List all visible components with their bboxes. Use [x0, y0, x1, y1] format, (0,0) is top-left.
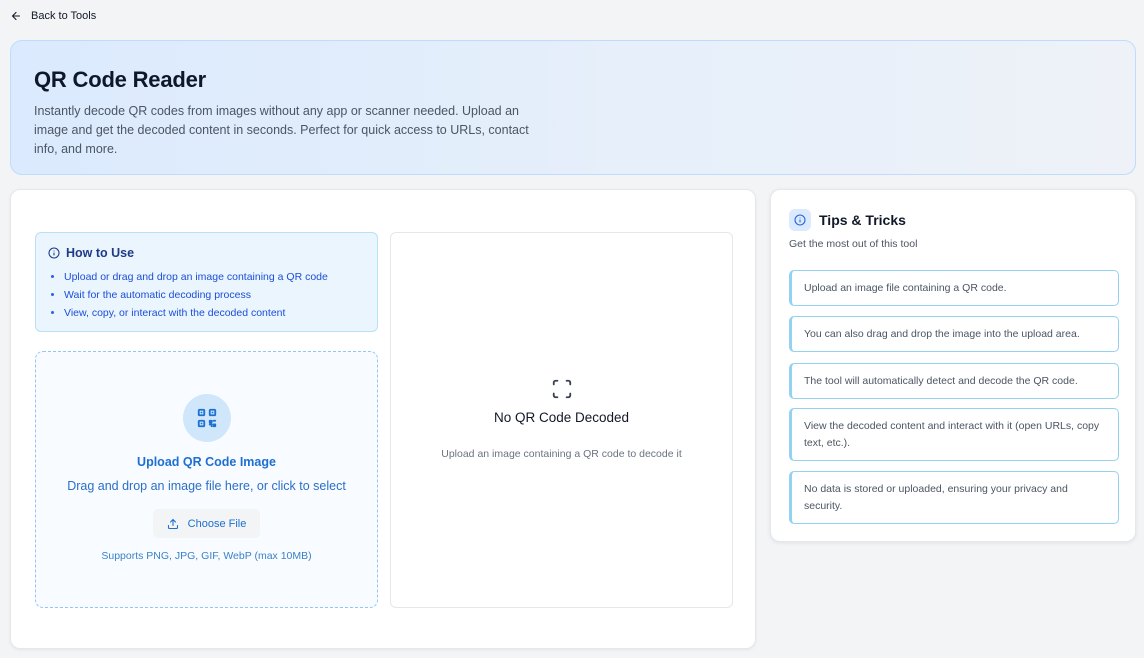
decode-result-panel: No QR Code Decoded Upload an image conta… [390, 232, 733, 608]
upload-title: Upload QR Code Image [137, 455, 276, 469]
choose-file-label: Choose File [187, 517, 247, 530]
reader-panel: How to Use Upload or drag and drop an im… [10, 189, 756, 649]
upload-icon [167, 518, 178, 529]
upload-instructions: Drag and drop an image file here, or cli… [67, 479, 346, 493]
tips-subtitle: Get the most out of this tool [789, 238, 918, 250]
result-empty-subtitle: Upload an image containing a QR code to … [441, 448, 682, 460]
how-to-use-heading: How to Use [48, 246, 365, 260]
tips-header: Tips & Tricks [789, 209, 906, 231]
tip-item: No data is stored or uploaded, ensuring … [789, 471, 1119, 524]
page-title: QR Code Reader [34, 67, 207, 92]
result-empty-title: No QR Code Decoded [493, 410, 630, 425]
list-item: Upload or drag and drop an image contain… [64, 268, 365, 286]
hero-banner: QR Code Reader Instantly decode QR codes… [10, 40, 1136, 175]
how-to-use-box: How to Use Upload or drag and drop an im… [35, 232, 378, 332]
scan-frame-icon [552, 379, 572, 399]
list-item: Wait for the automatic decoding process [64, 286, 365, 304]
back-to-tools-link[interactable]: Back to Tools [10, 7, 96, 25]
info-icon [48, 247, 60, 259]
supported-formats-note: Supports PNG, JPG, GIF, WebP (max 10MB) [101, 550, 312, 562]
list-item: View, copy, or interact with the decoded… [64, 304, 365, 322]
tip-item: Upload an image file containing a QR cod… [789, 270, 1119, 306]
choose-file-button[interactable]: Choose File [153, 509, 260, 538]
how-to-use-steps: Upload or drag and drop an image contain… [48, 268, 365, 322]
tips-panel: Tips & Tricks Get the most out of this t… [770, 189, 1136, 542]
qr-code-icon [197, 408, 217, 428]
tip-item: View the decoded content and interact wi… [789, 408, 1119, 461]
tips-title: Tips & Tricks [819, 212, 906, 228]
page-description: Instantly decode QR codes from images wi… [34, 104, 529, 156]
upload-icon-circle [183, 394, 231, 442]
info-icon [794, 214, 806, 226]
tip-item: You can also drag and drop the image int… [789, 316, 1119, 352]
upload-dropzone[interactable]: Upload QR Code Image Drag and drop an im… [35, 351, 378, 608]
how-to-use-title: How to Use [66, 246, 135, 260]
tip-item: The tool will automatically detect and d… [789, 363, 1119, 399]
arrow-left-icon [11, 11, 21, 21]
back-to-tools-label: Back to Tools [31, 10, 97, 22]
tips-icon-badge [789, 209, 811, 231]
